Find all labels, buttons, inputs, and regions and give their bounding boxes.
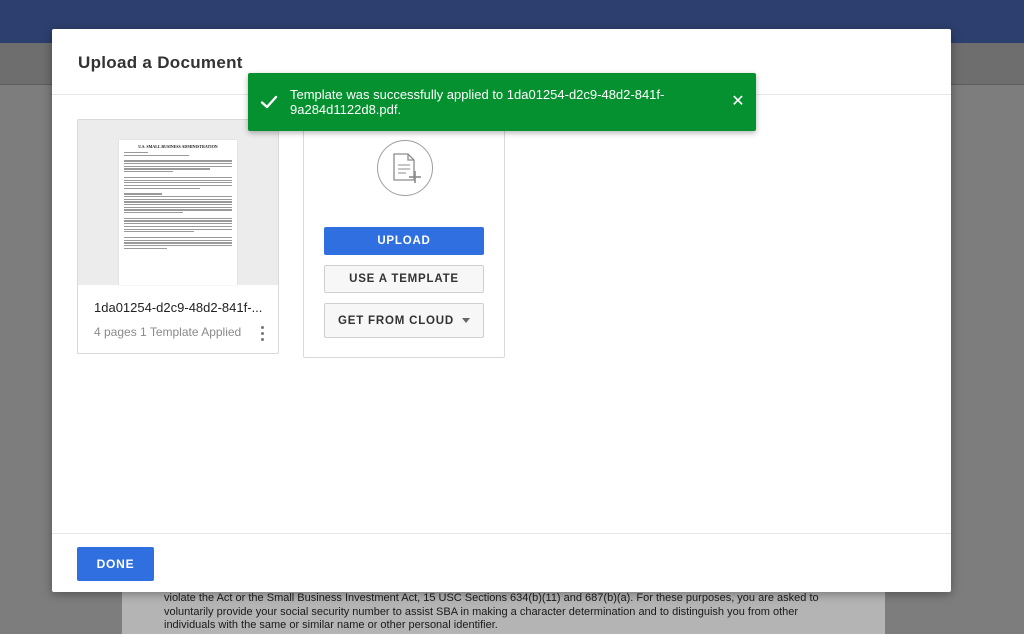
done-button[interactable]: DONE xyxy=(77,547,154,581)
background-document-text: violate the Act or the Small Business In… xyxy=(164,592,819,631)
modal-footer: DONE xyxy=(52,533,951,592)
add-document-icon xyxy=(377,140,433,196)
more-vertical-icon[interactable] xyxy=(259,326,265,344)
document-card[interactable]: U.S. SMALL BUSINESS ADMINISTRATION 1da01… xyxy=(77,119,279,354)
modal-title: Upload a Document xyxy=(78,53,243,72)
upload-button[interactable]: UPLOAD xyxy=(324,227,484,255)
document-meta: 4 pages 1 Template Applied xyxy=(94,325,242,339)
get-from-cloud-label: GET FROM CLOUD xyxy=(338,314,454,327)
background-document-page: violate the Act or the Small Business In… xyxy=(122,585,885,634)
caret-down-icon xyxy=(461,318,470,323)
document-thumbnail-area[interactable]: U.S. SMALL BUSINESS ADMINISTRATION xyxy=(78,120,278,285)
toast-message: Template was successfully applied to 1da… xyxy=(290,87,665,117)
document-name[interactable]: 1da01254-d2c9-48d2-841f-... xyxy=(94,300,262,315)
use-template-button[interactable]: USE A TEMPLATE xyxy=(324,265,484,293)
get-from-cloud-button[interactable]: GET FROM CLOUD xyxy=(324,303,484,338)
success-toast: Template was successfully applied to 1da… xyxy=(248,73,756,131)
checkmark-icon xyxy=(260,95,278,109)
close-icon[interactable]: ✕ xyxy=(729,93,747,111)
thumbnail-title: U.S. SMALL BUSINESS ADMINISTRATION xyxy=(138,144,218,149)
upload-card: UPLOAD USE A TEMPLATE GET FROM CLOUD xyxy=(303,119,505,358)
document-thumbnail[interactable]: U.S. SMALL BUSINESS ADMINISTRATION xyxy=(119,140,237,285)
